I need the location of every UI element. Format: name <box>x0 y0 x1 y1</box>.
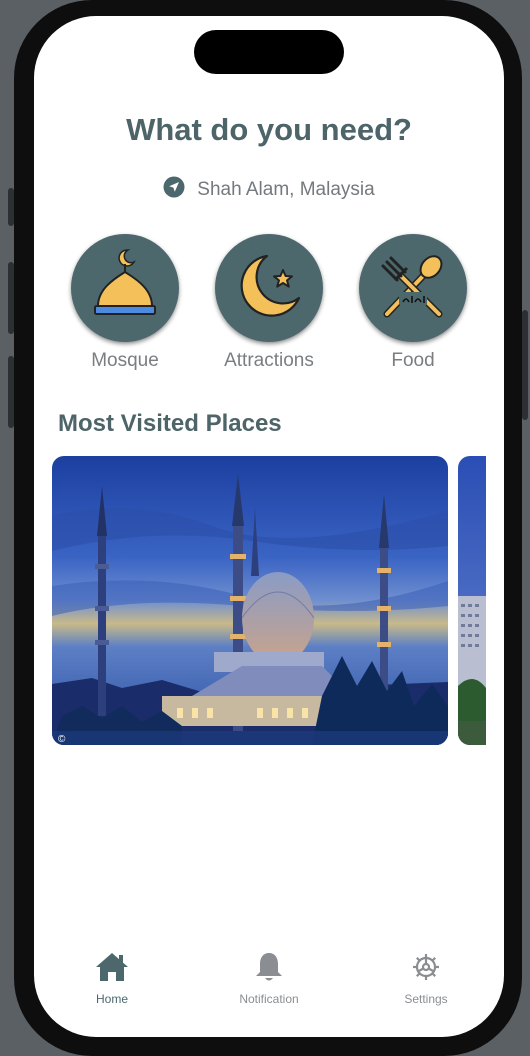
section-title-most-visited: Most Visited Places <box>58 410 282 437</box>
location-row[interactable]: Shah Alam, Malaysia <box>34 176 504 204</box>
category-food-label: Food <box>391 350 435 371</box>
place-card-mosque[interactable]: © <box>52 456 448 745</box>
tab-settings-label: Settings <box>404 992 448 1006</box>
tab-settings[interactable]: Settings <box>366 951 486 1006</box>
category-row: Mosque Attractions Food <box>34 234 504 384</box>
most-visited-carousel[interactable]: © <box>52 456 486 746</box>
halal-fork-spoon-icon <box>377 250 449 327</box>
category-attractions-label: Attractions <box>224 350 314 371</box>
tab-home[interactable]: Home <box>52 951 172 1006</box>
bell-icon <box>254 953 284 987</box>
tab-home-label: Home <box>95 992 128 1006</box>
phone-frame: What do you need? Shah Alam, Malaysia Mo… <box>14 0 522 1056</box>
gear-icon <box>410 954 442 987</box>
home-icon <box>94 953 130 987</box>
category-food-circle <box>359 234 467 342</box>
app-screen: What do you need? Shah Alam, Malaysia Mo… <box>34 16 504 1037</box>
photo-watermark: © <box>58 734 66 745</box>
bottom-tab-bar: Home Notification Settings <box>34 951 504 1021</box>
dynamic-island <box>194 30 344 74</box>
tab-notification[interactable]: Notification <box>209 951 329 1006</box>
category-mosque-circle <box>71 234 179 342</box>
tab-notification-label: Notification <box>239 992 299 1006</box>
category-food[interactable]: Food <box>348 234 478 372</box>
location-text: Shah Alam, Malaysia <box>197 179 375 200</box>
location-arrow-icon <box>163 176 185 204</box>
category-attractions[interactable]: Attractions <box>204 234 334 372</box>
place-card-city[interactable] <box>458 456 486 745</box>
mosque-dome-icon <box>92 246 158 331</box>
side-button-power <box>522 310 528 420</box>
page-title: What do you need? <box>126 112 412 147</box>
crescent-star-icon <box>233 250 305 327</box>
category-mosque[interactable]: Mosque <box>60 234 190 372</box>
city-photo <box>458 456 486 745</box>
mosque-photo: © <box>52 456 448 745</box>
category-attractions-circle <box>215 234 323 342</box>
category-mosque-label: Mosque <box>91 350 159 371</box>
